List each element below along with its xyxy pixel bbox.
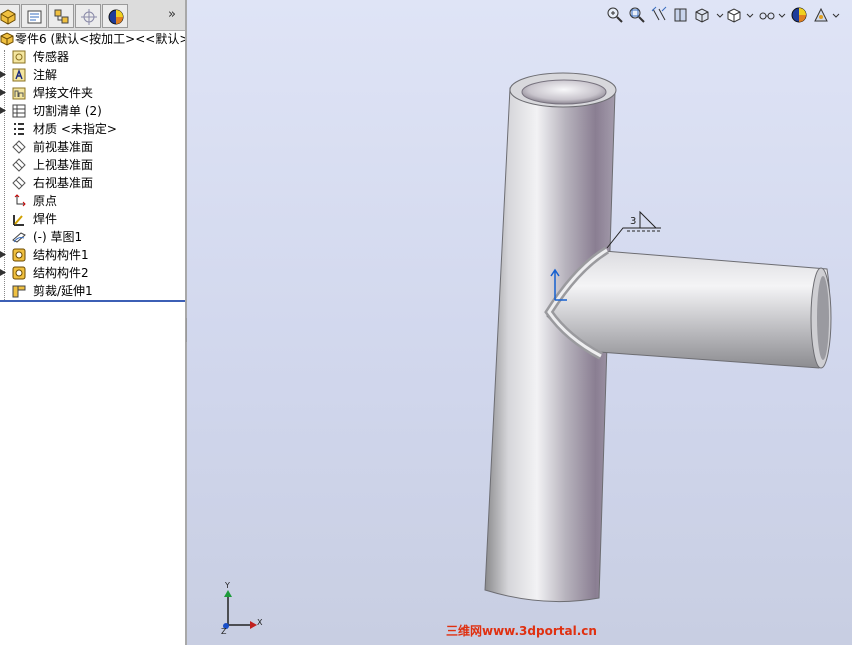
tree-item-label: 前视基准面 [33,140,94,154]
plane-icon [12,176,26,190]
weldment-folder-icon [12,87,26,100]
dimxpert-tab[interactable] [75,4,101,28]
trim-extend-icon [12,285,26,298]
tree-item-label: 上视基准面 [33,158,94,172]
structural-member-icon [12,248,26,262]
chevron-down-icon[interactable] [778,6,786,24]
tree-item-label: 材质 <未指定> [33,122,117,136]
feature-manager-panel: » 零件6 (默认<按加工><<默认>_ 传感器 注解 焊接文件夹 切割清单 (… [0,0,195,645]
tree-item-sketch1[interactable]: (-) 草图1 [0,228,185,246]
configuration-manager-tab[interactable] [48,4,74,28]
parts-icon [0,9,16,25]
annotation-icon [12,68,26,82]
edit-appearance-icon[interactable] [790,6,808,24]
expand-icon[interactable] [0,89,6,96]
zoom-to-area-icon[interactable] [628,6,646,24]
tree-item-label: 右视基准面 [33,176,94,190]
watermark-text: 三维网www.3dportal.cn [446,624,597,638]
weld-size-label: 3 [630,216,636,227]
property-icon [27,10,42,24]
cut-list-icon [12,104,26,118]
expand-icon[interactable] [0,71,6,78]
tree-item-front-plane[interactable]: 前视基准面 [0,138,185,156]
weld-symbol[interactable]: 3 [606,210,661,249]
tree-item-label: 剪裁/延伸1 [33,284,93,298]
tree-item-sensors[interactable]: 传感器 [0,48,185,66]
tree-item-label: 传感器 [33,50,70,64]
tree-item-weldment-folder[interactable]: 焊接文件夹 [0,84,185,102]
tree-item-structural-member2[interactable]: 结构构件2 [0,264,185,282]
view-orientation-icon[interactable] [694,6,712,24]
tree-root-part[interactable]: 零件6 (默认<按加工><<默认>_ [0,30,195,48]
tree-item-cut-list[interactable]: 切割清单 (2) [0,102,185,120]
expand-icon[interactable] [0,107,6,114]
chevron-down-icon[interactable] [832,6,840,24]
tree-item-right-plane[interactable]: 右视基准面 [0,174,185,192]
tree-item-trim-extend1[interactable]: 剪裁/延伸1 [0,282,185,300]
chevron-down-icon[interactable] [716,6,724,24]
tree-item-label: 注解 [33,68,58,82]
triad-x-label: X [257,618,263,627]
weldment-icon [13,215,24,226]
tree-item-label: 结构构件1 [33,248,89,262]
tree-item-label: (-) 草图1 [33,230,83,244]
tree-item-structural-member1[interactable]: 结构构件1 [0,246,185,264]
structural-member-icon [12,266,26,280]
sketch-icon [12,232,26,243]
display-manager-tab[interactable] [102,4,128,28]
tree-item-annotations[interactable]: 注解 [0,66,185,84]
configuration-icon [54,9,69,24]
tree-item-label: 原点 [33,194,58,208]
feature-manager-tab[interactable] [0,4,20,28]
tree-item-origin[interactable]: 原点 [0,192,185,210]
apply-scene-icon[interactable] [812,6,830,24]
graphics-viewport[interactable]: 3 Y X Z [187,0,852,645]
panel-tab-strip: » [0,0,185,31]
tree-item-material[interactable]: 材质 <未指定> [0,120,185,138]
tree-item-top-plane[interactable]: 上视基准面 [0,156,185,174]
hide-show-icon[interactable] [758,6,776,24]
zoom-to-fit-icon[interactable] [606,6,624,24]
expand-icon[interactable] [0,251,6,258]
plane-icon [12,158,26,172]
model-view[interactable]: 3 Y X Z [187,0,852,645]
tree-item-label: 切割清单 (2) [33,104,102,118]
material-icon [14,123,24,135]
section-view-icon[interactable] [672,6,690,24]
triad-z-label: Z [221,627,227,636]
tree-item-label: 结构构件2 [33,266,89,280]
property-manager-tab[interactable] [21,4,47,28]
tree-root-label: 零件6 (默认<按加工><<默认>_ [15,32,196,46]
rollback-bar[interactable] [0,300,185,302]
tree-item-weldment[interactable]: 焊件 [0,210,185,228]
more-tabs-button[interactable]: » [168,7,176,22]
display-style-icon[interactable] [726,6,744,24]
expand-icon[interactable] [0,269,6,276]
tree-item-label: 焊件 [33,212,58,226]
triad-y-label: Y [224,581,230,590]
reference-triad: Y X Z [221,581,263,636]
sensor-icon [12,50,26,64]
display-pie-icon [108,9,124,25]
chevron-down-icon[interactable] [746,6,754,24]
origin-icon [14,194,26,207]
feature-tree: 零件6 (默认<按加工><<默认>_ 传感器 注解 焊接文件夹 切割清单 (2)… [0,30,195,300]
plane-icon [12,140,26,154]
part-icon [0,32,14,46]
crosshair-icon [81,9,97,25]
previous-view-icon[interactable] [650,6,668,24]
heads-up-view-toolbar [606,6,846,26]
tree-item-label: 焊接文件夹 [33,86,94,100]
